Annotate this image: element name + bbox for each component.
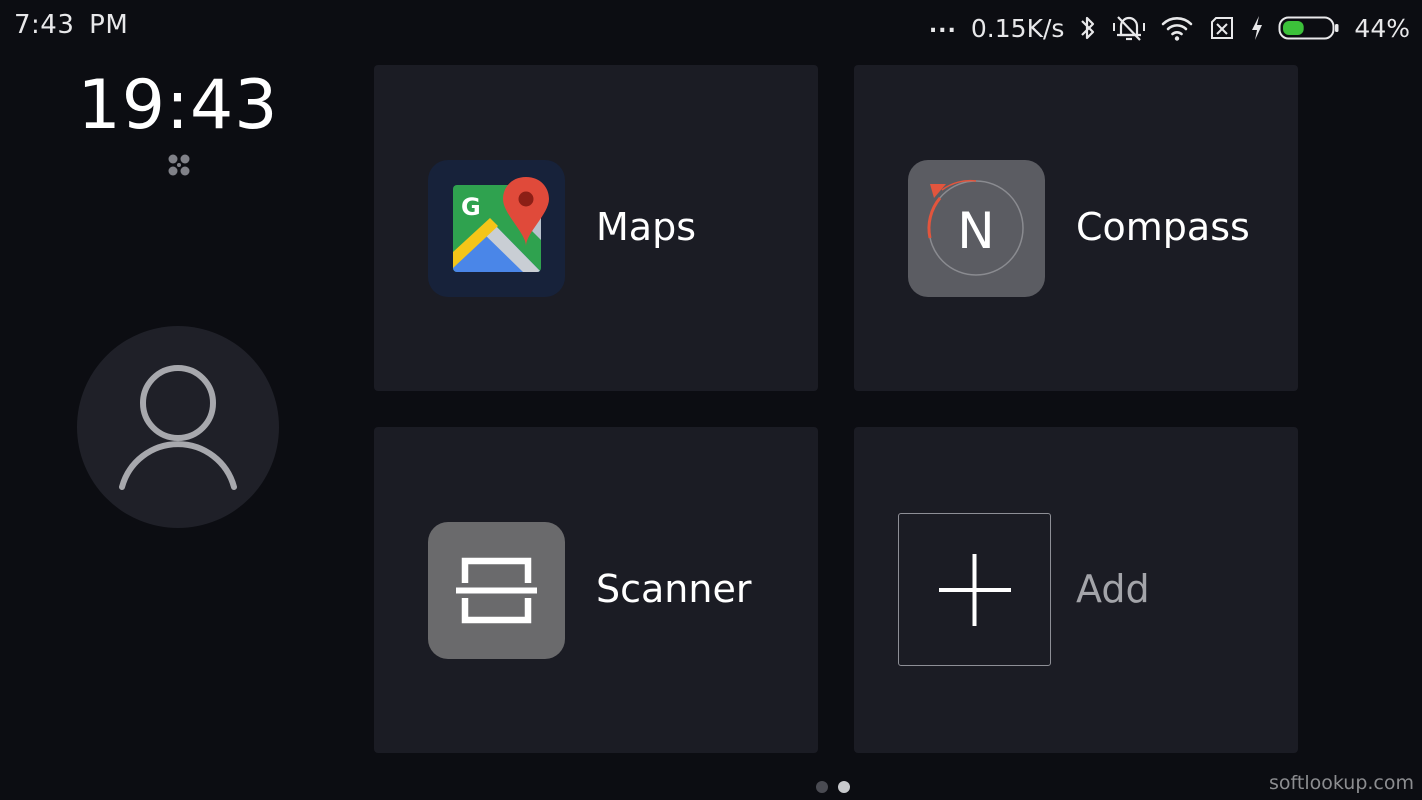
app-label-maps: Maps: [596, 205, 696, 249]
page-dot-1[interactable]: [816, 781, 828, 793]
bluetooth-icon: [1078, 14, 1098, 42]
no-sim-icon: [1208, 15, 1236, 41]
weather-icon[interactable]: [166, 152, 192, 178]
user-avatar-button[interactable]: [77, 326, 279, 528]
add-app-button[interactable]: [898, 513, 1051, 666]
car-mode-home-screen: 7:43 PM ... 0.15K/s 44% 19:43 G Maps N C…: [0, 0, 1422, 800]
charging-icon: [1250, 15, 1264, 41]
add-app-tile[interactable]: Add: [854, 427, 1298, 753]
network-speed: 0.15K/s: [970, 13, 1065, 43]
app-label-scanner: Scanner: [596, 567, 752, 611]
app-tile-scanner[interactable]: Scanner: [374, 427, 818, 753]
svg-text:G: G: [461, 193, 481, 221]
app-tile-compass[interactable]: N Compass: [854, 65, 1298, 391]
plus-icon: [939, 554, 1011, 626]
battery-percent: 44%: [1354, 13, 1410, 43]
scanner-icon: [428, 522, 565, 659]
compass-icon: N: [908, 160, 1045, 297]
page-dot-2[interactable]: [838, 781, 850, 793]
app-tile-maps[interactable]: G Maps: [374, 65, 818, 391]
watermark: softlookup.com: [1269, 772, 1414, 794]
svg-text:N: N: [957, 202, 994, 260]
add-app-label: Add: [1076, 567, 1150, 611]
app-label-compass: Compass: [1076, 205, 1250, 249]
battery-icon: [1278, 15, 1340, 41]
wifi-icon: [1160, 14, 1194, 42]
status-icons: ... 0.15K/s 44%: [929, 8, 1410, 48]
status-bar: 7:43 PM ... 0.15K/s 44%: [0, 0, 1422, 56]
status-time: 7:43 PM: [14, 10, 129, 40]
muted-vibrate-icon: [1112, 13, 1146, 43]
more-notifications-indicator: ...: [928, 12, 957, 38]
clock-time[interactable]: 19:43: [72, 66, 284, 145]
battery-fill: [1283, 21, 1305, 35]
google-maps-icon: G: [428, 160, 565, 297]
user-icon: [119, 365, 237, 490]
page-indicator: [816, 781, 850, 793]
